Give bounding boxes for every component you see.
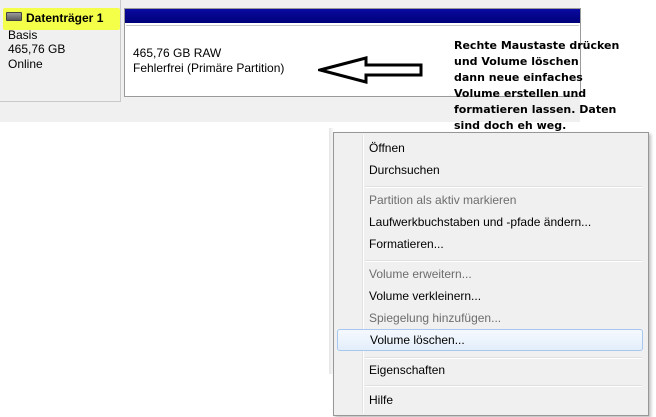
menu-item-label: Durchsuchen [369, 163, 440, 177]
menu-item-change-drive-letter[interactable]: Laufwerkbuchstaben und -pfade ändern... [336, 211, 644, 233]
disk-label-panel[interactable]: Datenträger 1 Basis 465,76 GB Online [0, 0, 121, 102]
menu-item-help[interactable]: Hilfe [336, 389, 644, 411]
disk-size: 465,76 GB [8, 42, 66, 56]
menu-separator [365, 385, 642, 387]
volume-status: Fehlerfrei (Primäre Partition) [133, 61, 285, 75]
menu-item-add-mirror[interactable]: Spiegelung hinzufügen... [336, 307, 644, 329]
menu-item-properties[interactable]: Eigenschaften [336, 359, 644, 381]
context-menu: Öffnen Durchsuchen Partition als aktiv m… [333, 132, 649, 416]
menu-item-label: Laufwerkbuchstaben und -pfade ändern... [369, 215, 592, 229]
menu-item-open[interactable]: Öffnen [336, 137, 644, 159]
menu-item-label: Partition als aktiv markieren [369, 193, 517, 207]
annotation-line: Rechte Maustaste drücken [454, 39, 620, 52]
volume-color-bar [125, 9, 580, 23]
menu-item-shrink-volume[interactable]: Volume verkleinern... [336, 285, 644, 307]
menu-item-label: Volume verkleinern... [369, 289, 482, 303]
menu-separator [365, 260, 642, 262]
volume-size-filesystem: 465,76 GB RAW [133, 46, 222, 60]
annotation-line: Volume erstellen und [454, 87, 587, 100]
menu-item-label: Volume löschen... [370, 333, 465, 347]
menu-item-mark-active[interactable]: Partition als aktiv markieren [336, 189, 644, 211]
menu-item-label: Formatieren... [369, 237, 444, 251]
annotation-arrow-icon [318, 56, 423, 84]
menu-item-browse[interactable]: Durchsuchen [336, 159, 644, 181]
disk-drive-icon [6, 12, 22, 21]
menu-item-label: Volume erweitern... [369, 267, 472, 281]
disk-status: Online [8, 57, 43, 71]
menu-item-label: Öffnen [369, 141, 405, 155]
menu-item-label: Spiegelung hinzufügen... [369, 311, 502, 325]
annotation-note: Rechte Maustaste drücken und Volume lösc… [454, 38, 630, 134]
annotation-line: und Volume löschen [454, 55, 579, 68]
menu-item-extend-volume[interactable]: Volume erweitern... [336, 263, 644, 285]
annotation-line: dann neue einfaches [454, 71, 583, 84]
menu-item-label: Hilfe [369, 393, 394, 407]
menu-item-delete-volume[interactable]: Volume löschen... [337, 329, 643, 351]
annotation-line: formatieren lassen. Daten [454, 103, 617, 116]
menu-separator [365, 186, 642, 188]
menu-item-format[interactable]: Formatieren... [336, 233, 644, 255]
menu-item-label: Eigenschaften [369, 363, 446, 377]
disk-type: Basis [8, 28, 38, 42]
disk-title: Datenträger 1 [26, 11, 104, 25]
